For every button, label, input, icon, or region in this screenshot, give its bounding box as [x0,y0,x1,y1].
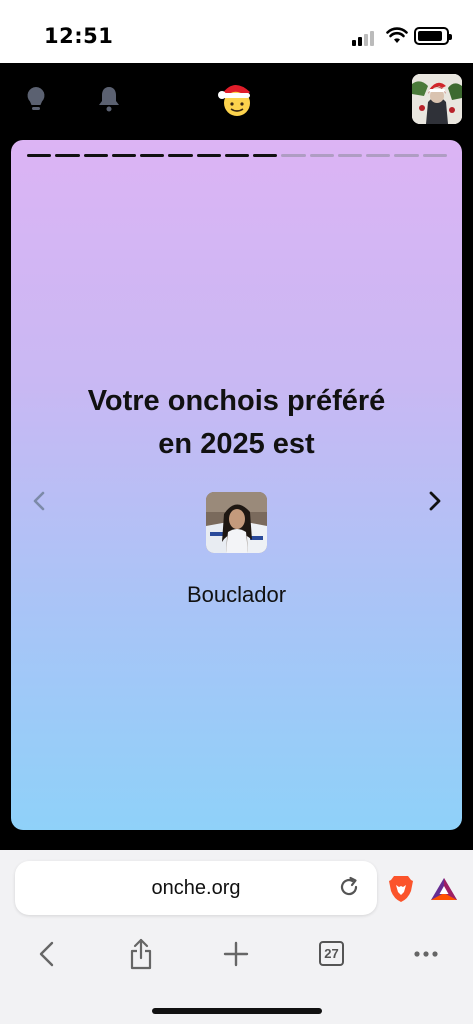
battery-icon [414,27,452,45]
story-card[interactable]: Votre onchois préféré en 2025 est Boucla… [11,140,462,830]
story-title-line1: Votre onchois préféré [87,385,386,417]
progress-segment [422,154,447,157]
wifi-icon [386,27,408,43]
chevron-right-icon[interactable] [425,490,445,512]
browser-toolbar: onche.org 27 [0,850,473,1024]
progress-segment [168,154,193,157]
progress-segment [394,154,419,157]
share-icon[interactable] [128,938,154,970]
app-header [0,63,473,139]
progress-segment [337,154,363,157]
status-time: 12:51 [44,24,114,48]
reload-icon[interactable] [337,875,361,899]
user-name: Bouclador [186,582,287,607]
home-indicator [152,1008,322,1014]
back-icon[interactable] [36,940,58,968]
story-title: Votre onchois préféré en 2025 est [11,380,462,466]
progress-segment [27,154,52,157]
lightbulb-icon[interactable] [24,85,48,113]
brave-lion-icon[interactable] [388,875,414,903]
status-bar: 12:51 [0,0,473,63]
progress-segment [224,154,250,157]
progress-segment [196,154,221,157]
avatar[interactable] [412,74,462,124]
address-bar[interactable]: onche.org [15,861,377,915]
progress-segment [309,154,334,157]
santa-emoji-icon[interactable] [216,79,256,119]
progress-segment [366,154,391,157]
story-progress-bar [27,154,447,157]
cell-signal-icon [352,30,378,46]
bat-rewards-icon[interactable] [430,877,458,901]
progress-segment [281,154,306,157]
progress-segment [111,154,137,157]
progress-segment [253,154,278,157]
user-photo [206,492,267,553]
progress-segment [83,154,108,157]
progress-segment [140,154,165,157]
tabs-icon[interactable]: 27 [319,941,344,966]
url-text: onche.org [151,877,241,899]
chevron-left-icon[interactable] [29,490,49,512]
story-title-line2: en 2025 est [158,428,315,460]
more-icon[interactable] [413,950,439,958]
plus-icon[interactable] [223,940,249,968]
bell-icon[interactable] [96,85,122,113]
progress-segment [55,154,80,157]
